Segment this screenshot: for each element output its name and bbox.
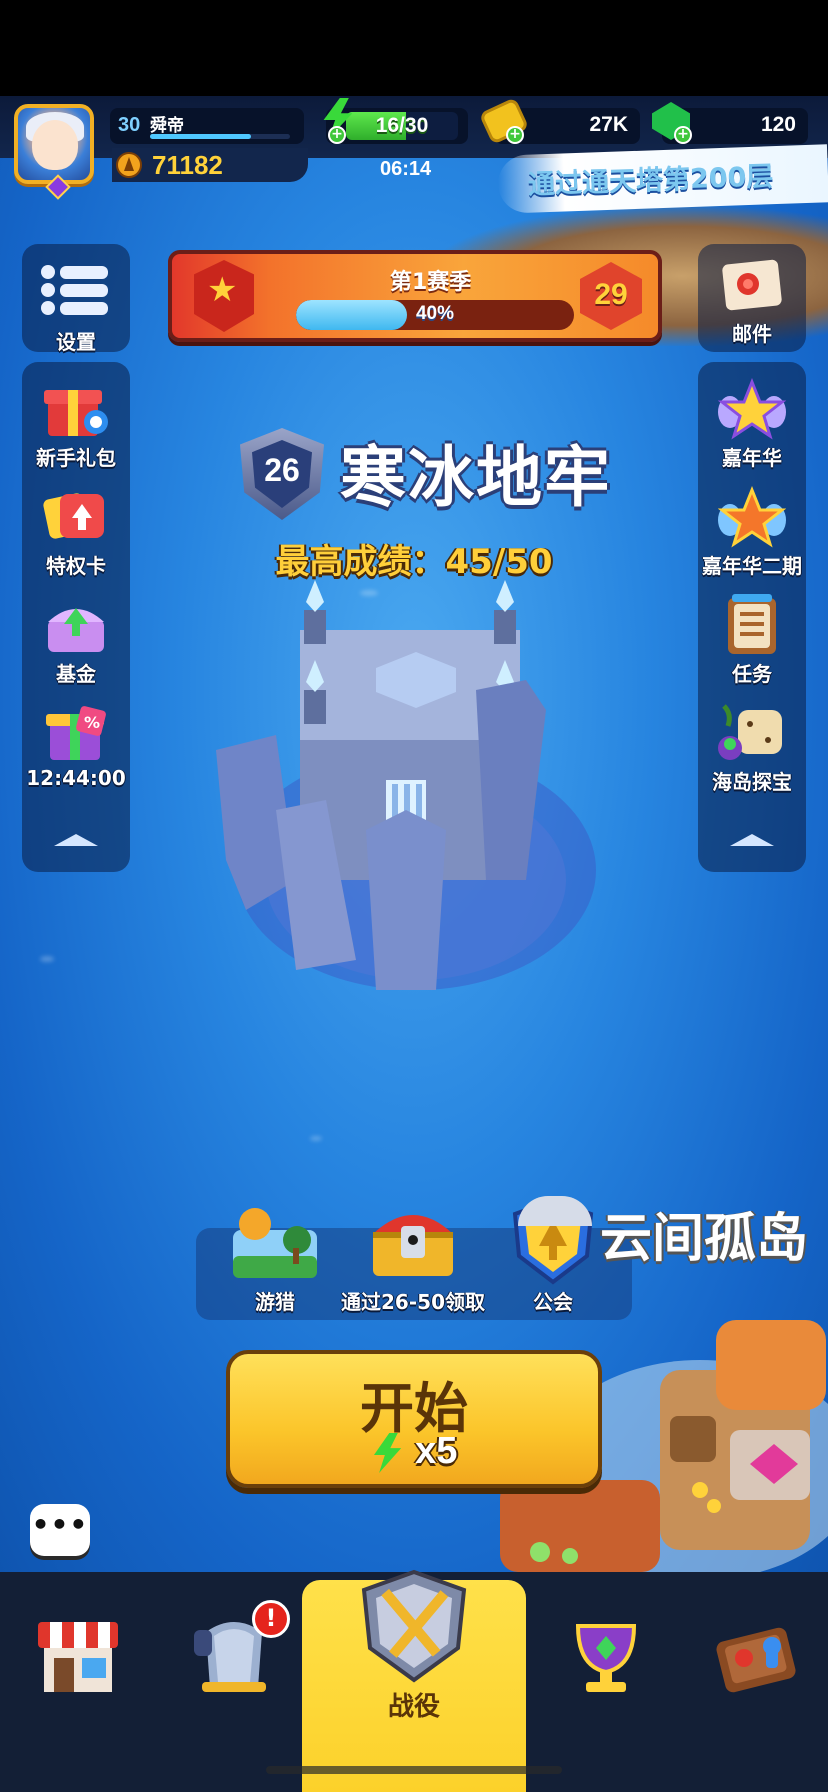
add-gems-icon[interactable]: +: [674, 126, 692, 144]
nav-shop[interactable]: [0, 1572, 150, 1792]
star-wings-icon: [717, 377, 787, 440]
left-collapse-icon[interactable]: [54, 834, 98, 846]
start-cost: x5: [415, 1430, 458, 1472]
trophy-icon: [575, 1624, 637, 1692]
energy-text: 16/30: [375, 114, 429, 137]
island-treasure-icon: [718, 702, 786, 764]
crossed-swords-icon: [361, 1569, 467, 1683]
power-value: 71182: [152, 150, 223, 180]
coins-value: 27K: [589, 113, 628, 136]
best-score: 最高成绩：45/50: [275, 542, 553, 582]
season-title: 第1赛季: [390, 270, 472, 295]
right-menu-label: 任务: [732, 662, 772, 686]
season-progress-text: 40%: [415, 303, 455, 324]
player-avatar[interactable]: [14, 104, 94, 200]
guild-label: 公会: [533, 1290, 573, 1314]
settings-button[interactable]: 设置: [22, 258, 130, 355]
shop-icon: [38, 1622, 118, 1692]
chat-bubble-icon: •••: [31, 1508, 89, 1541]
season-progress-banner[interactable]: 第1赛季 40% 29: [168, 250, 662, 342]
left-menu-item-discount-gift[interactable]: % 12:44:00: [18, 702, 134, 790]
right-menu-item-tasks[interactable]: 任务: [698, 594, 806, 687]
stage-reward-chest-button[interactable]: 通过26-50领取: [338, 1196, 488, 1315]
mail-envelope-icon: [718, 254, 786, 316]
menu-list-icon: [41, 265, 108, 315]
stage-name: 寒冰地牢: [340, 439, 612, 516]
next-island-name[interactable]: 云间孤岛: [600, 1196, 808, 1271]
power-icon: [116, 152, 142, 178]
tactics-board-icon: [716, 1627, 796, 1693]
energy-cost-icon: [373, 1432, 402, 1473]
home-indicator: [266, 1766, 562, 1774]
season-level: 29: [594, 278, 628, 311]
settings-label: 设置: [56, 330, 96, 354]
mail-label: 邮件: [732, 322, 772, 346]
player-name: 舜帝: [150, 116, 184, 136]
svg-text:%: %: [84, 713, 100, 732]
hunt-island-icon: [227, 1196, 323, 1286]
stage-number: 26: [264, 452, 300, 488]
fund-chest-icon: [42, 594, 110, 656]
gems-value: 120: [760, 113, 796, 136]
player-level: 30: [118, 114, 141, 136]
power-display: 71182: [112, 148, 308, 182]
gift-box-icon: [42, 378, 110, 440]
nav-battle-label: 战役: [387, 1692, 440, 1722]
nav-trophy[interactable]: [528, 1572, 678, 1792]
right-menu-label: 嘉年华: [722, 446, 782, 470]
hunt-label: 游猎: [255, 1290, 295, 1314]
left-menu-item-newbie-gift[interactable]: 新手礼包: [22, 378, 130, 471]
xp-bar: [150, 134, 290, 139]
energy-timer: 06:14: [380, 158, 432, 180]
right-collapse-icon[interactable]: [730, 834, 774, 846]
mail-button[interactable]: 邮件: [698, 254, 806, 347]
player-info[interactable]: 30 舜帝: [110, 108, 304, 144]
equipment-alert-badge: !: [252, 1600, 290, 1638]
ice-dungeon-fortress[interactable]: [216, 580, 616, 1020]
season-star-badge-icon: [194, 260, 254, 332]
nav-tactics[interactable]: [678, 1572, 828, 1792]
left-menu-label: 新手礼包: [36, 446, 116, 470]
tower-goal-text: 通过通天塔第200层: [527, 161, 774, 201]
status-bar: [0, 0, 828, 96]
task-scroll-icon: [718, 594, 786, 656]
discount-timer: 12:44:00: [26, 766, 126, 790]
right-menu-item-island-treasure[interactable]: 海岛探宝: [698, 702, 806, 795]
right-menu-item-carnival[interactable]: 嘉年华: [698, 377, 806, 471]
stage-reward-label: 通过26-50领取: [341, 1290, 485, 1314]
energy-bar: 16/30: [346, 112, 458, 140]
season-progress-bar: 40%: [296, 300, 574, 330]
discount-gift-icon: %: [42, 702, 110, 764]
add-coins-icon[interactable]: +: [506, 126, 524, 144]
add-energy-icon[interactable]: +: [328, 126, 346, 144]
left-menu-item-fund[interactable]: 基金: [22, 594, 130, 687]
right-menu-label: 海岛探宝: [712, 770, 792, 794]
chat-button[interactable]: •••: [30, 1504, 90, 1556]
tower-goal-banner[interactable]: 通过通天塔第200层: [497, 144, 828, 214]
start-battle-button[interactable]: 开始 x5: [226, 1350, 602, 1488]
treasure-chest-icon: [365, 1196, 461, 1286]
left-menu-label: 基金: [56, 662, 96, 686]
hunt-button[interactable]: 游猎: [200, 1196, 350, 1315]
